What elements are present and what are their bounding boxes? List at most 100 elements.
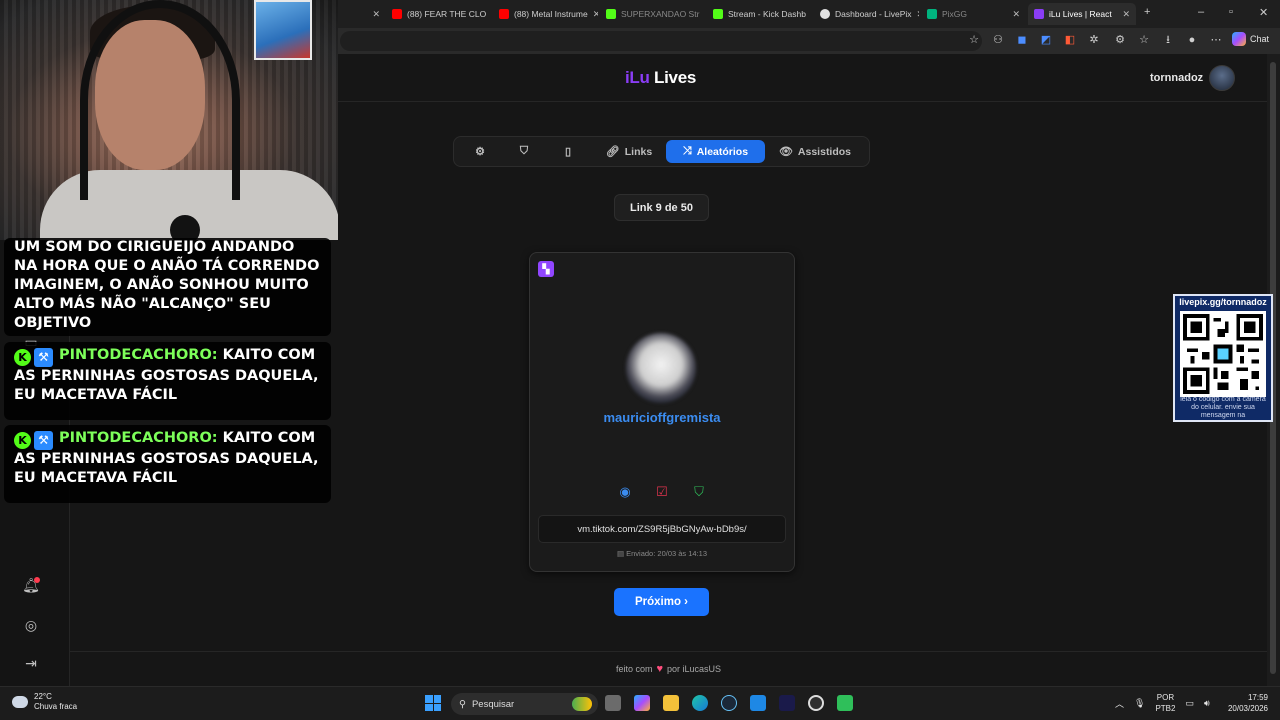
heart-icon: ♥ — [656, 663, 663, 675]
notifications-bell-icon[interactable]: 🔔︎ — [22, 576, 40, 594]
file-explorer-icon[interactable] — [663, 695, 679, 711]
copilot-icon — [1232, 32, 1246, 46]
browser-tab[interactable]: (88) FEAR THE CLO✕ — [386, 3, 491, 25]
shuffle-icon: ⤨ — [682, 145, 692, 157]
profile-icon[interactable]: ● — [1184, 33, 1200, 47]
new-tab-icon[interactable]: + — [1144, 6, 1150, 18]
tab-links[interactable]: 🔗︎ Links — [598, 140, 660, 163]
close-tab-icon[interactable]: ✕ — [811, 9, 812, 20]
rain-cloud-icon — [12, 696, 28, 708]
tab-label: Links — [624, 145, 653, 158]
help-lifebuoy-icon[interactable]: ◎ — [22, 616, 40, 634]
approve-shield-icon[interactable]: ⛉ — [691, 484, 707, 500]
kick-badge-icon: K — [14, 349, 31, 366]
app-icon[interactable] — [837, 695, 853, 711]
extension-icon[interactable]: ⚇ — [990, 33, 1006, 47]
app-logo[interactable]: iLu Lives — [625, 68, 696, 88]
favorite-star-icon[interactable]: ☆ — [966, 33, 982, 47]
obs-studio-icon[interactable] — [808, 695, 824, 711]
window-close-icon[interactable]: ✕ — [1259, 6, 1268, 19]
split-screen-icon[interactable]: ⚙ — [1112, 33, 1128, 47]
shield-icon: ⛉ — [519, 145, 529, 157]
maximize-icon[interactable]: ▫ — [1229, 6, 1233, 18]
language-indicator[interactable]: POR PTB2 — [1155, 692, 1175, 714]
chat-message: K ⚒ PINTODECACHORO: KAITO COM AS PERNINHAS… — [4, 342, 331, 420]
tab-label: Stream - Kick Dashb — [728, 9, 806, 19]
tab-watched[interactable]: 👁︎ Assistidos — [772, 140, 858, 163]
sent-date-text: Enviado: 20/03 às 14:13 — [626, 549, 708, 558]
next-button[interactable]: Próximo › — [614, 588, 709, 616]
steam-icon[interactable] — [721, 695, 737, 711]
weather-desc: Chuva fraca — [34, 702, 78, 711]
twitch-icon: ▚ — [538, 261, 554, 277]
browser-tab[interactable]: Dashboard - LivePix ✕ — [814, 3, 919, 25]
watch-eye-icon[interactable]: ◉ — [617, 484, 633, 500]
close-tab-icon[interactable]: ✕ — [372, 9, 380, 20]
photos-icon[interactable] — [750, 695, 766, 711]
task-view-icon[interactable] — [605, 695, 621, 711]
tab-previous[interactable]: ✕ — [338, 3, 386, 25]
eye-icon: 👁︎ — [778, 146, 793, 158]
tab-moderation[interactable]: ⛉ — [511, 140, 537, 163]
more-options-icon[interactable]: ⋯ — [1208, 33, 1224, 47]
logo-part: Lives — [654, 68, 697, 87]
sent-date: ▤ Enviado: 20/03 às 14:13 — [538, 549, 786, 558]
extension-icon[interactable]: ◧ — [1062, 33, 1078, 47]
user-avatar[interactable] — [1209, 65, 1235, 91]
browser-tab[interactable]: PixGG ✕ — [921, 3, 1026, 25]
tab-settings[interactable]: ⚙ — [467, 140, 493, 163]
language: POR — [1156, 693, 1175, 702]
download-icon[interactable]: ⭳ — [1160, 33, 1176, 47]
browser-tab[interactable]: SUPERXANDAO Str ✕ — [600, 3, 705, 25]
extension-icon[interactable]: ◼ — [1014, 33, 1030, 47]
edge-browser-icon[interactable] — [692, 695, 708, 711]
close-tab-icon[interactable]: ✕ — [917, 9, 919, 20]
weather-widget[interactable]: 22°C Chuva fraca — [12, 692, 77, 712]
system-clock[interactable]: 17:59 20/03/2026 — [1222, 692, 1268, 714]
close-tab-icon[interactable]: ✕ — [1122, 9, 1130, 20]
browser-tab[interactable]: (88) Metal Instrume ✕ — [493, 3, 598, 25]
network-icon[interactable]: ▭ — [1185, 698, 1194, 709]
search-highlight-icon — [572, 697, 592, 711]
start-windows-icon[interactable] — [425, 695, 441, 711]
mark-checkbox-icon[interactable]: ☑ — [654, 484, 670, 500]
qr-caption: leia o código com a câmera do celular. e… — [1180, 396, 1266, 419]
minimize-icon[interactable]: – — [1198, 6, 1204, 18]
close-tab-icon[interactable]: ✕ — [593, 9, 598, 20]
kick-icon — [606, 9, 616, 19]
extensions-puzzle-icon[interactable]: ✲ — [1086, 33, 1102, 47]
tab-tablet[interactable]: ▯ — [555, 140, 581, 163]
address-field[interactable] — [340, 31, 982, 51]
chat-username: PINTODECACHORO: — [59, 347, 218, 363]
link-url[interactable]: vm.tiktok.com/ZS9R5jBbGNyAw-bDb9s/ — [538, 515, 786, 543]
tab-random[interactable]: ⤨ Aleatórios — [666, 140, 765, 163]
browser-tab[interactable]: Stream - Kick Dashb ✕ — [707, 3, 812, 25]
taskbar-search[interactable]: ⚲ Pesquisar — [451, 693, 598, 715]
chat-text: UM SOM DO CIRIGUEIJO ANDANDO NA HORA QUE… — [14, 239, 320, 331]
microphone-icon[interactable]: 🎙︎ — [1134, 698, 1145, 709]
chat-message: K ⚒ PINTODECACHORO: KAITO COM AS PERNINHAS… — [4, 425, 331, 503]
volume-icon[interactable]: 🔊︎ — [1204, 698, 1210, 709]
chevron-up-icon[interactable]: ︿ — [1115, 697, 1124, 710]
moderator-hammer-icon: ⚒ — [34, 431, 53, 450]
copilot-app-icon[interactable] — [634, 695, 650, 711]
logo-part: iLu — [625, 68, 650, 87]
profile-name[interactable]: mauricioffgremista — [560, 410, 764, 425]
close-tab-icon[interactable]: ✕ — [704, 9, 705, 20]
user-name[interactable]: tornnadoz — [1150, 72, 1203, 84]
close-tab-icon[interactable]: ✕ — [1012, 9, 1020, 20]
copilot-chat-button[interactable]: Chat — [1232, 32, 1269, 46]
system-tray: ︿ 🎙︎ POR PTB2 ▭ 🔊︎ — [1115, 692, 1210, 714]
footer-credit: por iLucasUS — [667, 664, 722, 674]
search-icon: ⚲ — [459, 698, 466, 710]
qr-title: livepix.gg/tornnadoz — [1179, 297, 1267, 307]
tab-label: Aleatórios — [696, 145, 749, 158]
extension-icon[interactable]: ◩ — [1038, 33, 1054, 47]
chat-username: PINTODECACHORO: — [59, 430, 218, 446]
browser-tab-active[interactable]: iLu Lives | React ✕ — [1028, 3, 1136, 25]
qr-code — [1180, 311, 1266, 397]
logout-icon[interactable]: ⇥ — [22, 654, 40, 672]
collections-icon[interactable]: ☆ — [1136, 33, 1152, 47]
app-icon[interactable] — [779, 695, 795, 711]
moderator-hammer-icon: ⚒ — [34, 348, 53, 367]
